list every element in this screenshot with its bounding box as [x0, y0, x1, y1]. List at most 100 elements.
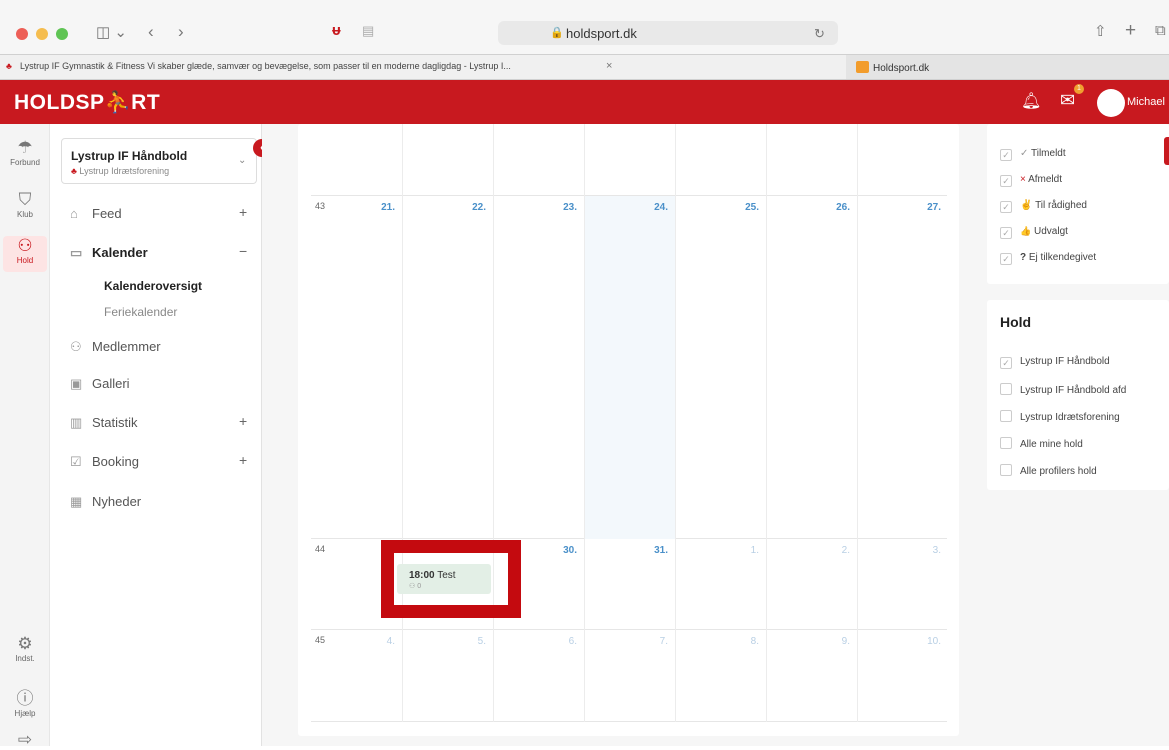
- statistik-expand-icon[interactable]: +: [239, 413, 247, 429]
- filter-ej-tilkendegivet[interactable]: ✓? Ej tilkendegivet: [1000, 252, 1096, 265]
- checkbox-checked[interactable]: ✓: [1000, 357, 1012, 369]
- calendar-day[interactable]: 7.: [584, 630, 675, 722]
- rail-item-settings[interactable]: ⚙ Indst.: [0, 634, 50, 663]
- calendar-day[interactable]: 25.: [675, 196, 766, 539]
- filter-til-raadighed[interactable]: ✓ ✌ Til rådighed: [1000, 200, 1087, 213]
- day-number[interactable]: 24.: [654, 202, 668, 213]
- rail-item-help[interactable]: ⓘ Hjælp: [0, 684, 50, 718]
- calendar-day[interactable]: 30.: [493, 539, 584, 630]
- holdsport-logo[interactable]: HOLDSP⛹RT: [14, 91, 160, 115]
- sidebar-item-galleri[interactable]: ▣ Galleri: [70, 376, 130, 392]
- calendar-day[interactable]: [857, 124, 948, 196]
- calendar-day[interactable]: 27.: [857, 196, 948, 539]
- tab-lystrup-gymnastik[interactable]: ♣ Lystrup IF Gymnastik & Fitness Vi skab…: [0, 55, 846, 79]
- sidebar-item-statistik[interactable]: ▥ Statistik: [70, 415, 138, 431]
- day-number[interactable]: 30.: [563, 545, 577, 556]
- checkbox-checked[interactable]: ✓: [1000, 149, 1012, 161]
- sidebar-item-feriekalender[interactable]: Feriekalender: [104, 305, 177, 319]
- calendar-event[interactable]: 18:00 Test ⚇ 0: [397, 564, 491, 594]
- calendar-day[interactable]: [311, 539, 402, 630]
- checkbox-checked[interactable]: ✓: [1000, 227, 1012, 239]
- day-number[interactable]: 21.: [381, 202, 395, 213]
- day-number[interactable]: 3.: [933, 545, 941, 556]
- share-icon[interactable]: ⇧: [1094, 22, 1107, 40]
- checkbox[interactable]: [1000, 410, 1012, 422]
- sidebar-item-medlemmer[interactable]: ⚇ Medlemmer: [70, 339, 161, 355]
- close-tab-icon[interactable]: ×: [606, 60, 612, 72]
- calendar-day[interactable]: [402, 124, 493, 196]
- day-number[interactable]: 25.: [745, 202, 759, 213]
- day-number[interactable]: 23.: [563, 202, 577, 213]
- day-number[interactable]: 31.: [654, 545, 668, 556]
- day-number[interactable]: 4.: [387, 636, 395, 647]
- filter-afmeldt[interactable]: ✓ × Afmeldt: [1000, 174, 1062, 187]
- calendar-day[interactable]: 8.: [675, 630, 766, 722]
- sidebar-item-nyheder[interactable]: ▦ Nyheder: [70, 494, 141, 510]
- calendar-day[interactable]: 3.: [857, 539, 948, 630]
- calendar-day[interactable]: 5.: [402, 630, 493, 722]
- sidebar-item-feed[interactable]: ⌂ Feed: [70, 206, 122, 221]
- rail-item-hold[interactable]: ⚇ Hold: [3, 236, 47, 272]
- calendar-day[interactable]: 26.: [766, 196, 857, 539]
- calendar-day[interactable]: 4.: [311, 630, 402, 722]
- day-number[interactable]: 7.: [660, 636, 668, 647]
- calendar-day[interactable]: 2.: [766, 539, 857, 630]
- hold-option[interactable]: Alle mine hold: [1000, 437, 1083, 450]
- close-window-button[interactable]: [16, 28, 28, 40]
- day-number[interactable]: 27.: [927, 202, 941, 213]
- address-bar[interactable]: 🔒 holdsport.dk ↻: [498, 21, 838, 45]
- day-number[interactable]: 9.: [842, 636, 850, 647]
- calendar-day[interactable]: [675, 124, 766, 196]
- day-number[interactable]: 1.: [751, 545, 759, 556]
- panel-toggle-tab[interactable]: [1164, 137, 1169, 165]
- day-number[interactable]: 22.: [472, 202, 486, 213]
- checkbox[interactable]: [1000, 437, 1012, 449]
- back-icon[interactable]: ‹: [148, 22, 154, 42]
- calendar-day[interactable]: 21.: [311, 196, 402, 539]
- forward-icon[interactable]: ›: [178, 22, 184, 42]
- sidebar-item-booking[interactable]: ☑ Booking: [70, 454, 139, 470]
- hold-option[interactable]: Lystrup IF Håndbold afd: [1000, 383, 1126, 396]
- calendar-day[interactable]: [493, 124, 584, 196]
- calendar-day[interactable]: 9.: [766, 630, 857, 722]
- tabs-overview-icon[interactable]: ⧉: [1155, 22, 1166, 39]
- sidebar-item-kalender[interactable]: ▭ Kalender: [70, 245, 148, 261]
- user-name[interactable]: Michael: [1127, 96, 1165, 108]
- minimize-window-button[interactable]: [36, 28, 48, 40]
- day-number[interactable]: 26.: [836, 202, 850, 213]
- reload-icon[interactable]: ↻: [814, 26, 825, 42]
- checkbox-checked[interactable]: ✓: [1000, 201, 1012, 213]
- calendar-day-today[interactable]: 24.: [584, 196, 675, 539]
- calendar-day[interactable]: [766, 124, 857, 196]
- calendar-day[interactable]: 23.: [493, 196, 584, 539]
- reader-icon[interactable]: ▤: [362, 23, 374, 39]
- tab-holdsport[interactable]: Holdsport.dk: [856, 61, 929, 74]
- calendar-day[interactable]: 31.: [584, 539, 675, 630]
- hold-option[interactable]: ✓ Lystrup IF Håndbold: [1000, 356, 1110, 369]
- club-selector[interactable]: Lystrup IF Håndbold ♣ Lystrup Idrætsfore…: [61, 138, 257, 184]
- calendar-day[interactable]: 22.: [402, 196, 493, 539]
- day-number[interactable]: 10.: [927, 636, 941, 647]
- day-number[interactable]: 2.: [842, 545, 850, 556]
- day-number[interactable]: 6.: [569, 636, 577, 647]
- rail-item-logout[interactable]: ⇨: [0, 730, 50, 750]
- booking-expand-icon[interactable]: +: [239, 452, 247, 468]
- calendar-day[interactable]: 10.: [857, 630, 948, 722]
- sidebar-toggle-icon[interactable]: ◫ ⌄: [96, 23, 127, 41]
- new-tab-icon[interactable]: +: [1125, 20, 1136, 42]
- avatar[interactable]: [1097, 89, 1125, 117]
- kalender-collapse-icon[interactable]: −: [239, 243, 247, 259]
- filter-udvalgt[interactable]: ✓ 👍 Udvalgt: [1000, 226, 1068, 239]
- calendar-day[interactable]: 1.: [675, 539, 766, 630]
- maximize-window-button[interactable]: [56, 28, 68, 40]
- checkbox-checked[interactable]: ✓: [1000, 253, 1012, 265]
- hold-option[interactable]: Alle profilers hold: [1000, 464, 1097, 477]
- feed-expand-icon[interactable]: +: [239, 204, 247, 220]
- day-number[interactable]: 8.: [751, 636, 759, 647]
- day-number[interactable]: 5.: [478, 636, 486, 647]
- checkbox[interactable]: [1000, 383, 1012, 395]
- checkbox-checked[interactable]: ✓: [1000, 175, 1012, 187]
- sidebar-item-kalenderoversigt[interactable]: Kalenderoversigt: [104, 279, 202, 293]
- rail-item-forbund[interactable]: ☂ Forbund: [0, 138, 50, 167]
- calendar-day[interactable]: 6.: [493, 630, 584, 722]
